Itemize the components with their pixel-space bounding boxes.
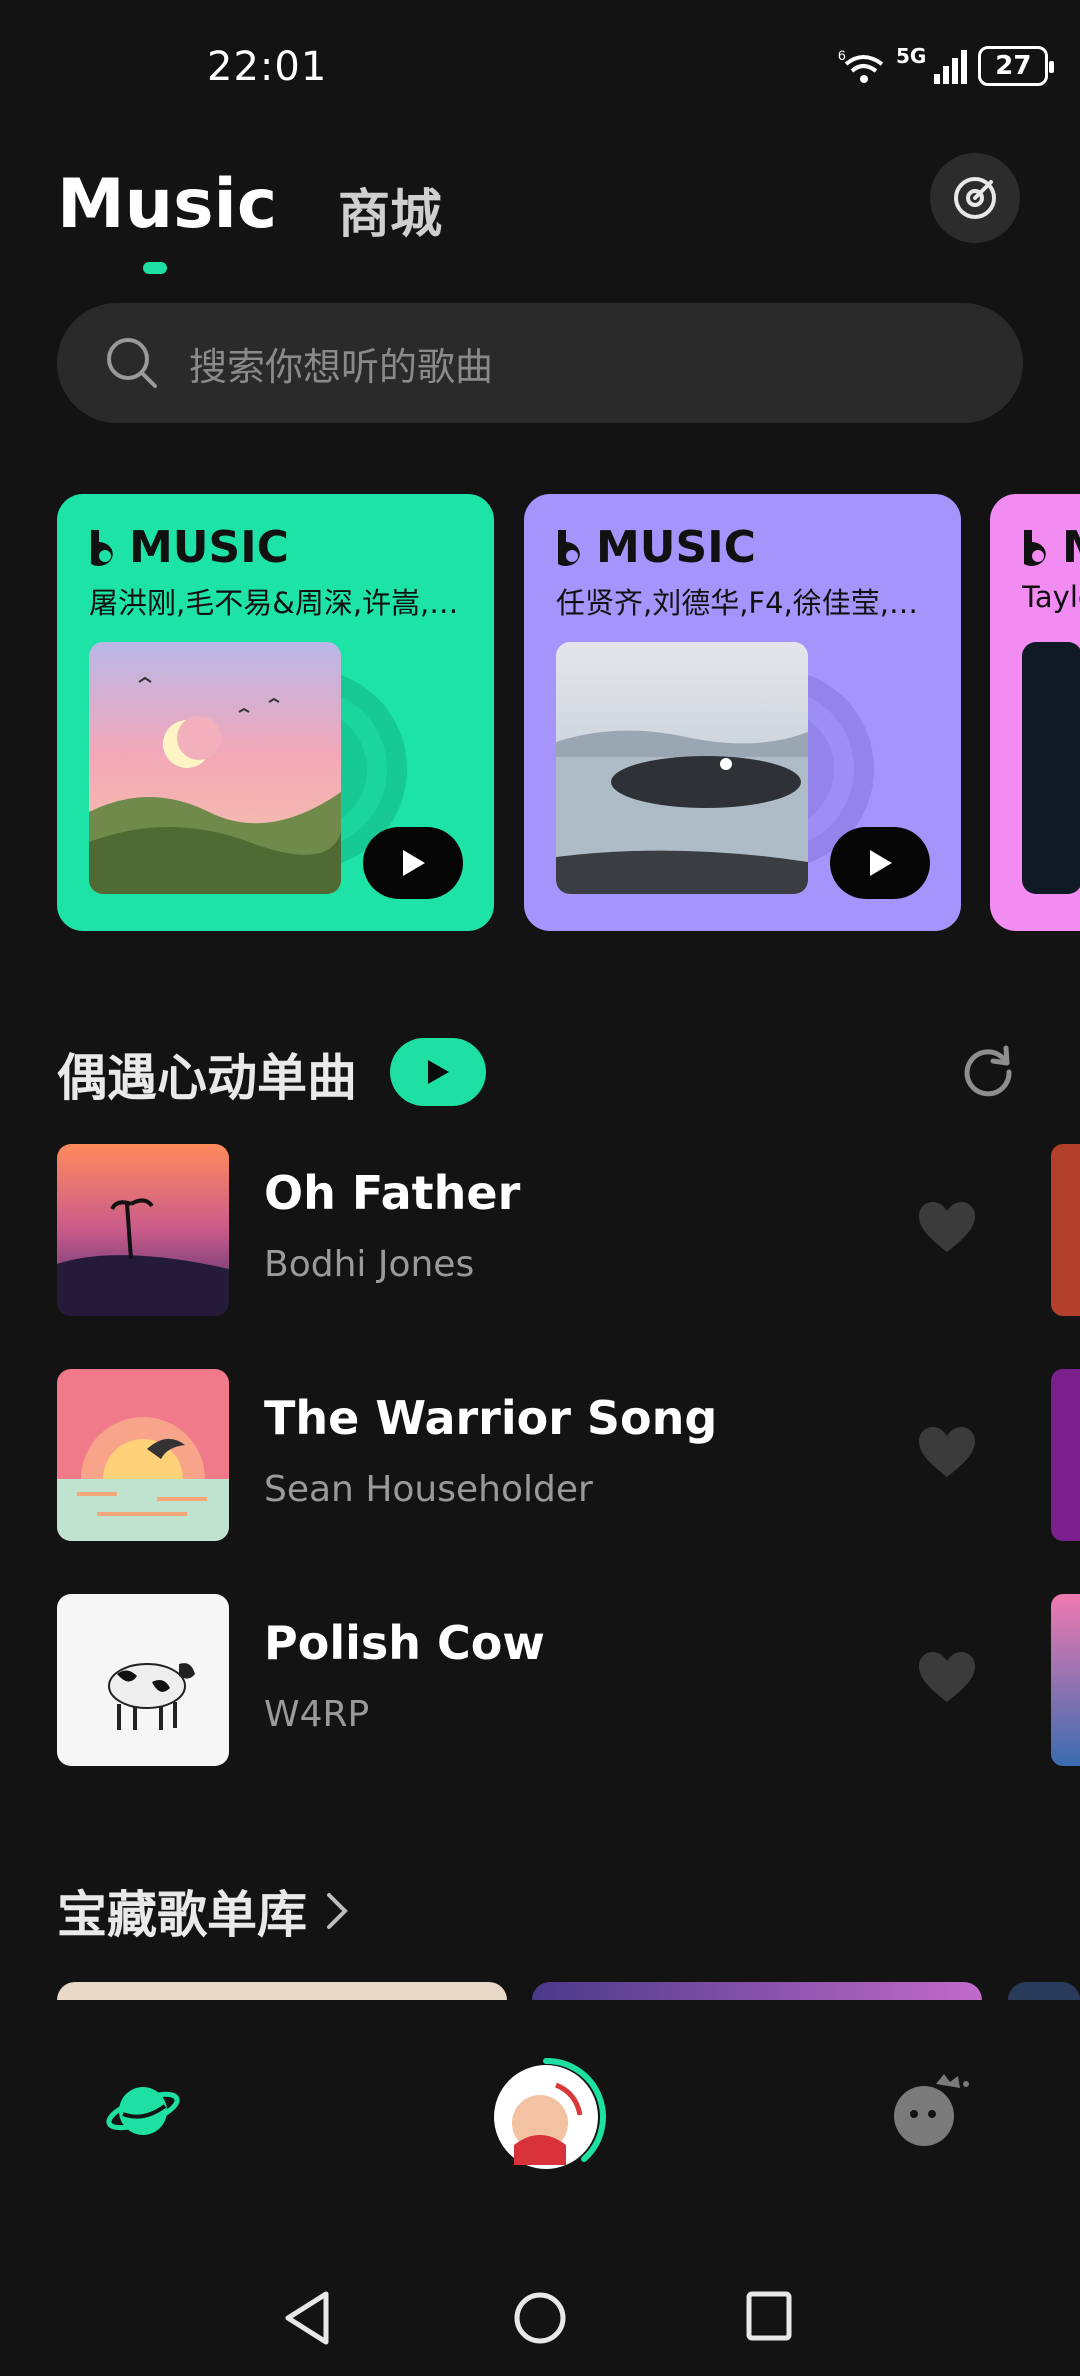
battery-indicator: 27	[978, 46, 1055, 86]
section-title-heartbeat: 偶遇心动单曲	[57, 1049, 357, 1107]
song-peek-cover	[1051, 1369, 1080, 1541]
status-time: 22:01	[207, 44, 328, 90]
planet-icon[interactable]	[105, 2078, 181, 2144]
tab-active-indicator	[143, 262, 167, 274]
card-artwork	[1022, 642, 1080, 894]
song-row[interactable]: Oh Father Bodhi Jones	[57, 1144, 1023, 1316]
song-peek-cover	[1051, 1594, 1080, 1766]
song-artist: Bodhi Jones	[264, 1244, 475, 1285]
song-cover	[57, 1369, 229, 1541]
b-logo-icon	[558, 529, 580, 566]
song-title: The Warrior Song	[264, 1391, 718, 1445]
section-title-text: 宝藏歌单库	[57, 1886, 307, 1944]
play-icon	[428, 1060, 449, 1084]
heart-icon[interactable]	[917, 1200, 977, 1256]
play-icon	[870, 850, 892, 876]
chevron-right-icon	[327, 1893, 348, 1929]
search-placeholder: 搜索你想听的歌曲	[189, 344, 494, 389]
wifi-icon: 6	[838, 47, 884, 83]
song-peek-cover	[1051, 1144, 1080, 1316]
radar-icon	[954, 177, 996, 219]
now-playing-button[interactable]	[484, 2055, 608, 2179]
heart-icon[interactable]	[917, 1425, 977, 1481]
radar-button[interactable]	[930, 153, 1020, 243]
playlist-card-3[interactable]: M Taylo	[990, 494, 1080, 931]
song-row[interactable]: The Warrior Song Sean Householder	[57, 1369, 1023, 1541]
tab-shop[interactable]: 商城	[338, 172, 442, 247]
recents-icon[interactable]	[745, 2290, 793, 2342]
heart-icon[interactable]	[917, 1650, 977, 1706]
brand-text: MUSIC	[129, 522, 289, 573]
song-title: Oh Father	[264, 1166, 521, 1220]
brand-text: MUSIC	[596, 522, 756, 573]
playlist-card-1[interactable]: MUSIC 屠洪刚,毛不易&周深,许嵩,…	[57, 494, 494, 931]
b-logo-icon	[1024, 529, 1046, 566]
search-bar[interactable]: 搜索你想听的歌曲	[57, 303, 1023, 423]
refresh-icon[interactable]	[960, 1042, 1016, 1098]
card-artwork	[556, 642, 808, 894]
section-title-treasure[interactable]: 宝藏歌单库	[57, 1875, 349, 1947]
play-icon	[403, 850, 425, 876]
playlist-card-2[interactable]: MUSIC 任贤齐,刘德华,F4,徐佳莹,…	[524, 494, 961, 931]
music-brand-logo: M	[1020, 522, 1080, 573]
playlist-thumb[interactable]	[532, 1982, 982, 2000]
playlist-thumb[interactable]	[1008, 1982, 1080, 2000]
network-label: 5G	[896, 44, 927, 68]
play-button[interactable]	[830, 827, 930, 899]
signal-icon	[934, 50, 968, 84]
song-cover	[57, 1594, 229, 1766]
card-artists: Taylo	[1022, 580, 1080, 614]
playlist-thumb[interactable]	[57, 1982, 507, 2000]
song-artist: W4RP	[264, 1694, 370, 1735]
tab-music[interactable]: Music	[57, 165, 277, 244]
song-cover	[57, 1144, 229, 1316]
svg-text:6: 6	[838, 47, 846, 63]
card-artists: 任贤齐,刘德华,F4,徐佳莹,…	[556, 586, 919, 620]
song-title: Polish Cow	[264, 1616, 545, 1670]
b-logo-icon	[91, 529, 113, 566]
brand-text: M	[1062, 522, 1080, 573]
play-button[interactable]	[363, 827, 463, 899]
card-artwork	[89, 642, 341, 894]
section-play-button[interactable]	[390, 1038, 486, 1106]
battery-level: 27	[995, 51, 1032, 81]
search-icon	[107, 338, 157, 388]
status-icons: 6 5G 27	[838, 44, 1055, 88]
home-icon[interactable]	[512, 2290, 568, 2346]
music-brand-logo: MUSIC	[87, 522, 289, 573]
music-brand-logo: MUSIC	[554, 522, 756, 573]
card-artists: 屠洪刚,毛不易&周深,许嵩,…	[89, 586, 459, 620]
back-icon[interactable]	[282, 2290, 332, 2346]
song-row[interactable]: Polish Cow W4RP	[57, 1594, 1023, 1766]
song-artist: Sean Householder	[264, 1469, 593, 1510]
profile-icon[interactable]	[892, 2070, 972, 2150]
